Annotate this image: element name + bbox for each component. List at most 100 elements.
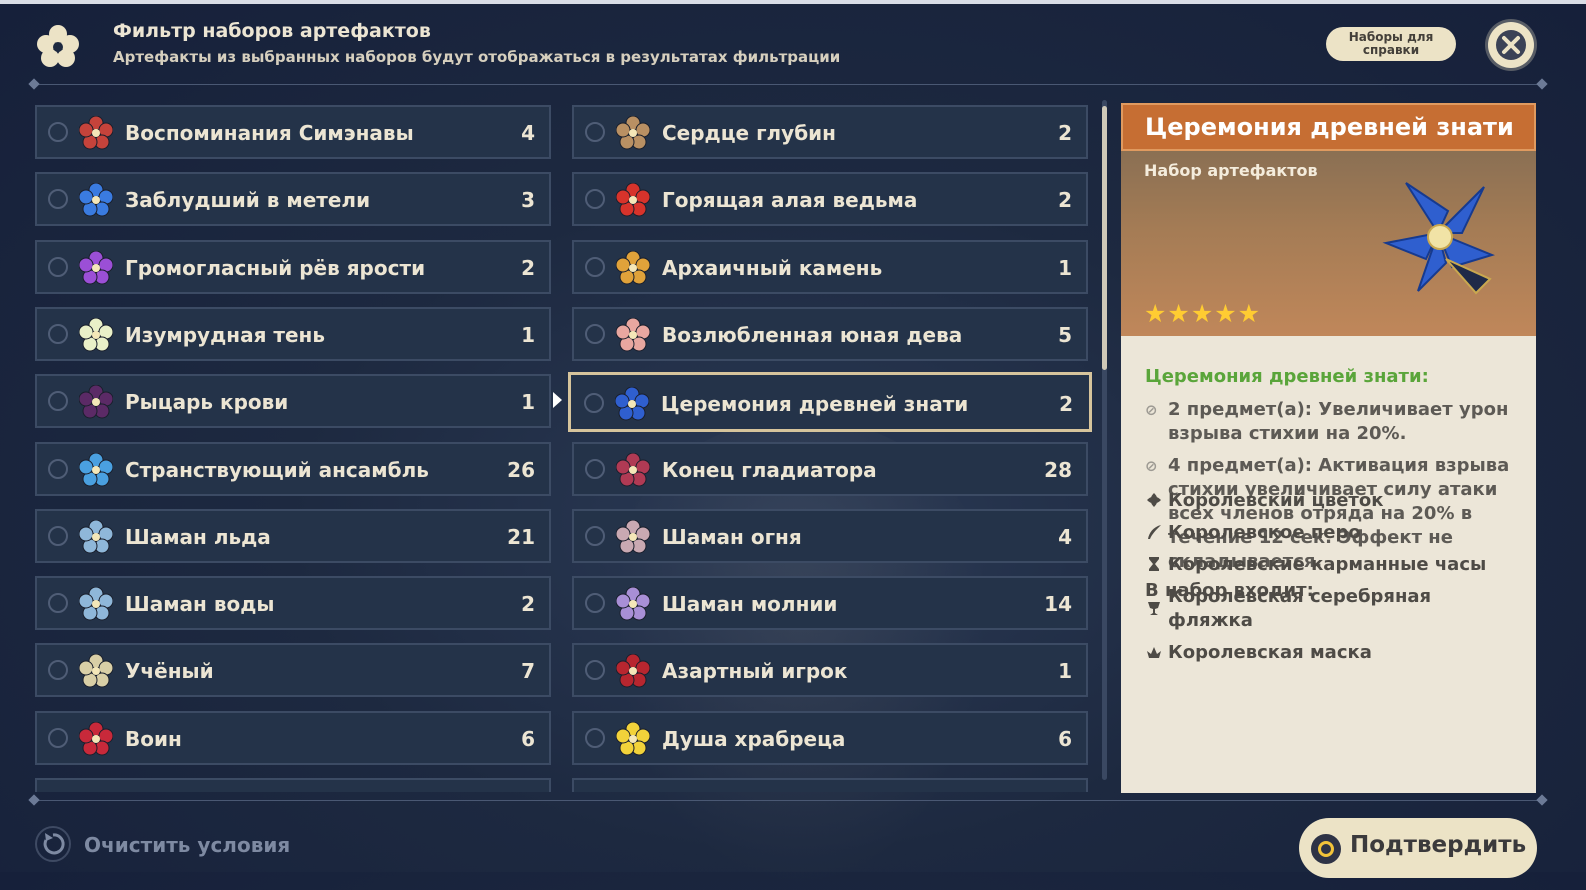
artifact-set-card[interactable]: Церемония древней знати 2: [568, 372, 1092, 432]
page-subtitle: Артефакты из выбранных наборов будут ото…: [113, 48, 841, 66]
set-checkbox[interactable]: [585, 660, 605, 680]
blizzard-icon: [78, 182, 114, 217]
set-checkbox[interactable]: [585, 459, 605, 479]
water-shaman-icon: [78, 586, 114, 621]
footer-divider: [34, 800, 1542, 801]
set-checkbox[interactable]: [48, 660, 68, 680]
set-checkbox[interactable]: [48, 526, 68, 546]
ice-shaman-icon: [78, 519, 114, 554]
list-scrollbar-thumb[interactable]: [1102, 106, 1107, 370]
set-detail-panel: Церемония древней знати Набор артефактов…: [1121, 103, 1536, 793]
goblet-icon: [1148, 602, 1160, 615]
set-name: Воспоминания Симэнавы: [125, 121, 414, 145]
set-checkbox[interactable]: [584, 393, 604, 413]
fire-shaman-icon: [615, 519, 651, 554]
confirm-button[interactable]: Подтвердить: [1299, 818, 1537, 878]
artifact-set-card[interactable]: Возлюбленная юная дева 5: [572, 307, 1088, 361]
set-detail-title-bar: Церемония древней знати: [1121, 103, 1536, 151]
artifact-filter-logo-icon: [34, 22, 82, 70]
header-divider: [34, 84, 1542, 85]
set-count: 7: [521, 659, 535, 683]
artifact-set-card[interactable]: Изумрудная тень 1: [35, 307, 551, 361]
set-checkbox[interactable]: [48, 459, 68, 479]
artifact-set-card[interactable]: Горящая алая ведьма 2: [572, 172, 1088, 226]
set-name: Изумрудная тень: [125, 323, 325, 347]
artifact-set-card[interactable]: Воин 6: [35, 711, 551, 765]
set-checkbox[interactable]: [585, 728, 605, 748]
set-checkbox[interactable]: [585, 593, 605, 613]
set-count: 5: [1058, 323, 1072, 347]
artifact-set-card[interactable]: Архаичный камень 1: [572, 240, 1088, 294]
set-count: 2: [1058, 121, 1072, 145]
set-checkbox[interactable]: [585, 122, 605, 142]
artifact-set-card[interactable]: Громогласный рёв ярости 2: [35, 240, 551, 294]
set-checkbox[interactable]: [48, 122, 68, 142]
set-piece-name: Королевская маска: [1168, 642, 1372, 663]
set-checkbox[interactable]: [48, 391, 68, 411]
set-checkbox[interactable]: [48, 728, 68, 748]
artifact-set-card[interactable]: Шаман льда 21: [35, 509, 551, 563]
set-bonus-label: Церемония древней знати:: [1145, 366, 1429, 387]
bonus-inactive-icon: ⊘: [1145, 457, 1158, 475]
set-name: Шаман молнии: [662, 592, 838, 616]
set-count: 4: [521, 121, 535, 145]
set-checkbox[interactable]: [48, 189, 68, 209]
troupe-icon: [78, 452, 114, 487]
warrior-icon: [78, 721, 114, 756]
shimenawa-icon: [78, 115, 114, 150]
confirm-icon: [1311, 834, 1341, 864]
artifact-set-card[interactable]: Азартный игрок 1: [572, 643, 1088, 697]
reset-icon: [35, 826, 71, 862]
set-name: Громогласный рёв ярости: [125, 256, 426, 280]
set-count: 28: [1044, 458, 1072, 482]
artifact-set-card[interactable]: Конец гладиатора 28: [572, 442, 1088, 496]
set-checkbox[interactable]: [585, 257, 605, 277]
set-checkbox[interactable]: [48, 257, 68, 277]
bloodstained-icon: [78, 384, 114, 419]
scholar-icon: [78, 653, 114, 688]
set-piece-name: Королевская серебряная фляжка: [1168, 586, 1432, 631]
set-checkbox[interactable]: [585, 526, 605, 546]
thundering-fury-icon: [78, 250, 114, 285]
artifact-set-card-partial[interactable]: [572, 778, 1088, 792]
noblesse-flower-icon: [1382, 182, 1496, 295]
artifact-set-card[interactable]: Рыцарь крови 1: [35, 374, 551, 428]
set-checkbox[interactable]: [585, 324, 605, 344]
set-count: 21: [507, 525, 535, 549]
set-checkbox[interactable]: [585, 189, 605, 209]
artifact-set-card[interactable]: Шаман воды 2: [35, 576, 551, 630]
set-name: Странствующий ансамбль: [125, 458, 429, 482]
artifact-set-card[interactable]: Воспоминания Симэнавы 4: [35, 105, 551, 159]
bonus-inactive-icon: ⊘: [1145, 401, 1158, 419]
set-count: 4: [1058, 525, 1072, 549]
artifact-set-card[interactable]: Сердце глубин 2: [572, 105, 1088, 159]
set-checkbox[interactable]: [48, 593, 68, 613]
close-button[interactable]: [1488, 22, 1534, 68]
artifact-set-card[interactable]: Шаман молнии 14: [572, 576, 1088, 630]
set-name: Церемония древней знати: [661, 392, 969, 416]
set-detail-type: Набор артефактов: [1144, 161, 1318, 180]
artifact-set-card[interactable]: Шаман огня 4: [572, 509, 1088, 563]
confirm-label: Подтвердить: [1350, 832, 1527, 858]
set-piece-name: Королевские карманные часы: [1168, 554, 1487, 575]
artifact-set-card[interactable]: Странствующий ансамбль 26: [35, 442, 551, 496]
set-name: Возлюбленная юная дева: [662, 323, 963, 347]
set-name: Рыцарь крови: [125, 390, 289, 414]
set-count: 2: [521, 592, 535, 616]
set-count: 3: [521, 188, 535, 212]
set-name: Душа храбреца: [662, 727, 846, 751]
artifact-set-card[interactable]: Учёный 7: [35, 643, 551, 697]
set-name: Шаман льда: [125, 525, 271, 549]
set-checkbox[interactable]: [48, 324, 68, 344]
set-name: Архаичный камень: [662, 256, 883, 280]
circlet-icon: [1147, 647, 1161, 658]
artifact-set-card[interactable]: Заблудший в метели 3: [35, 172, 551, 226]
set-count: 1: [1058, 256, 1072, 280]
viridescent-icon: [78, 317, 114, 352]
set-name: Конец гладиатора: [662, 458, 877, 482]
artifact-set-card-partial[interactable]: [35, 778, 551, 792]
reference-sets-button[interactable]: Наборы для справки: [1326, 27, 1456, 61]
maiden-icon: [615, 317, 651, 352]
artifact-set-card[interactable]: Душа храбреца 6: [572, 711, 1088, 765]
set-count: 1: [521, 323, 535, 347]
